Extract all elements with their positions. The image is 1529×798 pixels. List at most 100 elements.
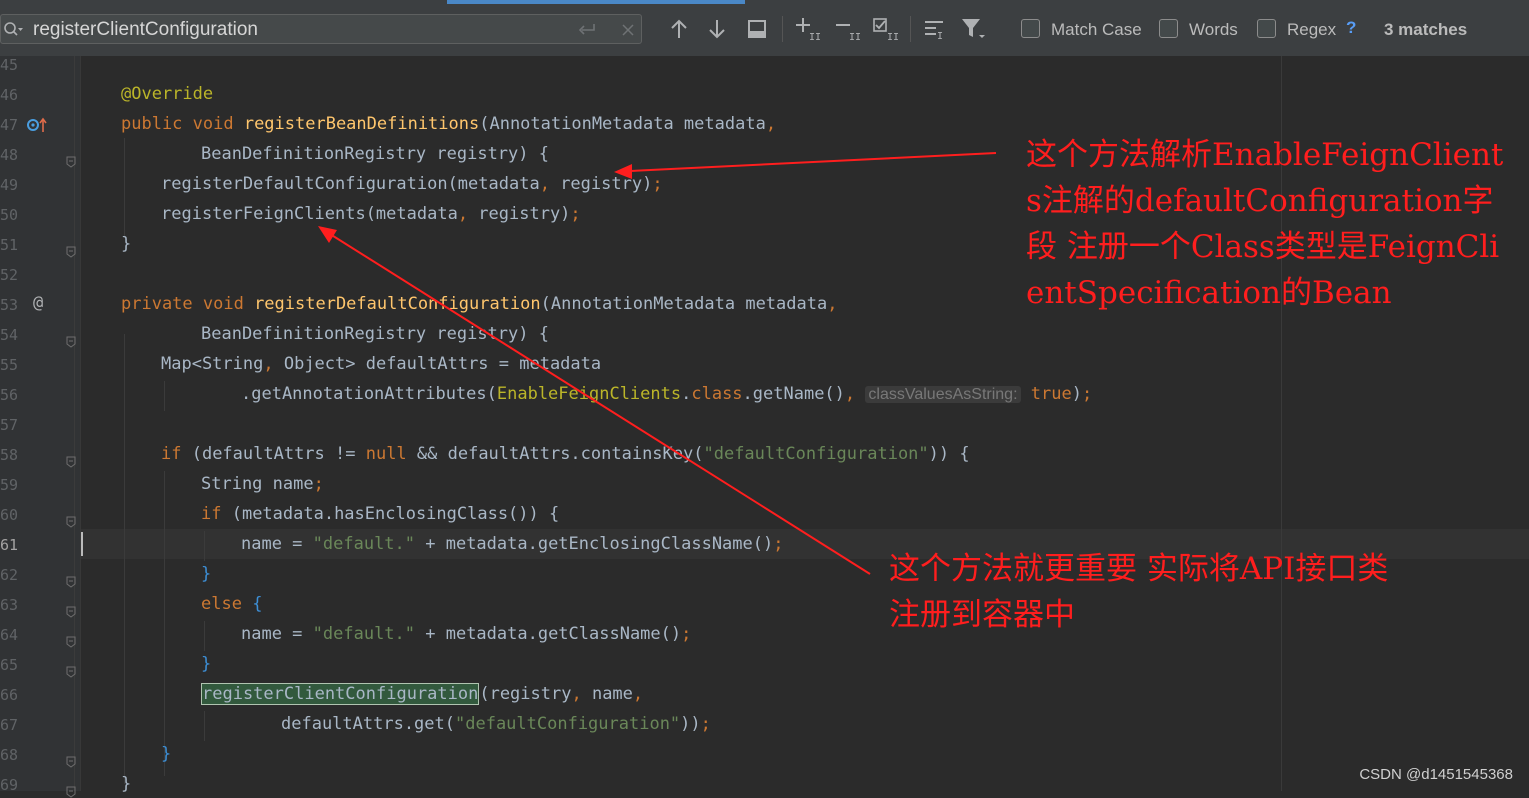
code-token: .getAnnotationAttributes(	[241, 384, 497, 404]
code-line-63[interactable]: else {	[201, 594, 262, 614]
code-token: "defaultConfiguration"	[703, 444, 929, 464]
fold-toggle-icon[interactable]	[66, 786, 76, 798]
search-field[interactable]	[0, 14, 642, 44]
search-match-highlight[interactable]: registerClientConfiguration	[201, 683, 480, 705]
code-token: (defaultAttrs !=	[191, 444, 366, 464]
code-line-46[interactable]: @Override	[121, 84, 213, 104]
remove-selection-icon[interactable]: II	[834, 16, 860, 42]
code-line-68[interactable]: }	[161, 744, 171, 764]
code-line-61[interactable]: name = "default." + metadata.getEnclosin…	[241, 534, 784, 554]
code-token: + metadata.getClassName()	[415, 624, 682, 644]
line-number: 46	[0, 86, 19, 104]
fold-toggle-icon[interactable]	[66, 336, 76, 348]
code-line-60[interactable]: if (metadata.hasEnclosingClass()) {	[201, 504, 559, 524]
search-in-selection-icon[interactable]: I	[922, 16, 948, 42]
arrow-up-icon[interactable]	[666, 16, 692, 42]
code-token: registerDefaultConfiguration(metadata	[161, 174, 540, 194]
line-number: 67	[0, 716, 19, 734]
filter-icon[interactable]	[960, 16, 986, 42]
line-number: 65	[0, 656, 19, 674]
search-icon[interactable]	[3, 21, 23, 39]
code-line-50[interactable]: registerFeignClients(metadata, registry)…	[161, 204, 581, 224]
code-token: }	[161, 744, 172, 764]
fold-toggle-icon[interactable]	[66, 756, 76, 768]
code-token: }	[201, 564, 212, 584]
toggle-selection-icon[interactable]: II	[872, 16, 898, 42]
code-token: (metadata.hasEnclosingClass()) {	[231, 504, 560, 524]
code-line-49[interactable]: registerDefaultConfiguration(metadata, r…	[161, 174, 663, 194]
add-selection-icon[interactable]: II	[794, 16, 820, 42]
fold-toggle-icon[interactable]	[66, 456, 76, 468]
watermark: CSDN @d1451545368	[1359, 766, 1513, 783]
annotation-note-2-line-1: 这个方法就更重要 实际将API接口类	[889, 551, 1389, 587]
code-token: (AnnotationMetadata metadata	[540, 294, 828, 314]
code-token: registry)	[468, 204, 571, 224]
fold-toggle-icon[interactable]	[66, 156, 76, 168]
line-number: 66	[0, 686, 19, 704]
words-checkbox[interactable]	[1159, 19, 1178, 38]
code-token: name =	[241, 534, 313, 554]
code-token: ;	[681, 624, 692, 644]
search-input[interactable]	[33, 19, 553, 41]
code-token: defaultAttrs.get(	[281, 714, 455, 734]
svg-text:II: II	[809, 32, 820, 42]
line-number: 60	[0, 506, 19, 524]
code-token: ,	[632, 684, 644, 704]
code-token: + metadata.getEnclosingClassName()	[415, 534, 774, 554]
code-token: Object> defaultAttrs = metadata	[273, 354, 602, 374]
code-line-59[interactable]: String name;	[201, 474, 324, 494]
code-line-58[interactable]: if (defaultAttrs != null && defaultAttrs…	[161, 444, 970, 464]
code-line-67[interactable]: defaultAttrs.get("defaultConfiguration")…	[281, 714, 711, 734]
newline-icon[interactable]	[577, 22, 597, 38]
fold-toggle-icon[interactable]	[66, 606, 76, 618]
fold-toggle-icon[interactable]	[66, 636, 76, 648]
code-token: registry)	[549, 174, 653, 194]
code-token: EnableFeignClients	[496, 384, 682, 404]
line-number: 61	[0, 536, 19, 554]
clear-icon[interactable]	[621, 23, 635, 37]
code-token: )) {	[928, 444, 970, 464]
code-line-55[interactable]: Map<String, Object> defaultAttrs = metad…	[161, 354, 601, 374]
arrow-down-icon[interactable]	[704, 16, 730, 42]
annotation-note-2: 这个方法就更重要 实际将API接口类 注册到容器中	[889, 546, 1509, 638]
code-token: BeanDefinitionRegistry registry) {	[201, 144, 549, 164]
regex-checkbox[interactable]	[1257, 19, 1276, 38]
code-token: ,	[844, 384, 856, 404]
fold-toggle-icon[interactable]	[66, 516, 76, 528]
line-number: 45	[0, 56, 19, 74]
fold-toggle-icon[interactable]	[66, 666, 76, 678]
code-token: null	[365, 444, 417, 464]
gutter-separator	[80, 56, 81, 791]
text-caret	[81, 532, 83, 556]
svg-text:I: I	[937, 31, 943, 42]
indent-guide	[124, 138, 125, 238]
match-case-label[interactable]: Match Case	[1051, 19, 1142, 41]
code-line-54[interactable]: BeanDefinitionRegistry registry) {	[201, 324, 549, 344]
code-token: registerDefaultConfiguration	[254, 294, 541, 314]
words-label[interactable]: Words	[1189, 19, 1238, 41]
code-line-51[interactable]: }	[121, 234, 131, 254]
line-number: 57	[0, 416, 19, 434]
code-line-62[interactable]: }	[201, 564, 211, 584]
code-line-66[interactable]: registerClientConfiguration(registry, na…	[201, 683, 644, 705]
override-method-icon[interactable]	[26, 116, 48, 134]
regex-label[interactable]: Regex	[1287, 19, 1336, 41]
code-line-64[interactable]: name = "default." + metadata.getClassNam…	[241, 624, 691, 644]
regex-help-link[interactable]: ?	[1346, 18, 1356, 38]
code-line-48[interactable]: BeanDefinitionRegistry registry) {	[201, 144, 549, 164]
match-case-checkbox[interactable]	[1021, 19, 1040, 38]
code-line-56[interactable]: .getAnnotationAttributes(EnableFeignClie…	[241, 384, 1092, 404]
code-token: .	[681, 384, 692, 404]
annotation-gutter-icon[interactable]: @	[33, 293, 43, 313]
code-line-53[interactable]: private void registerDefaultConfiguratio…	[121, 294, 837, 314]
line-number: 50	[0, 206, 19, 224]
fold-toggle-icon[interactable]	[66, 246, 76, 258]
fold-toggle-icon[interactable]	[66, 576, 76, 588]
line-number: 62	[0, 566, 19, 584]
select-all-occurrences-icon[interactable]	[744, 16, 770, 42]
code-line-69[interactable]: }	[121, 774, 131, 794]
code-token: ;	[700, 714, 711, 734]
code-line-47[interactable]: public void registerBeanDefinitions(Anno…	[121, 114, 776, 134]
indent-guide	[164, 381, 165, 411]
code-line-65[interactable]: }	[201, 654, 211, 674]
